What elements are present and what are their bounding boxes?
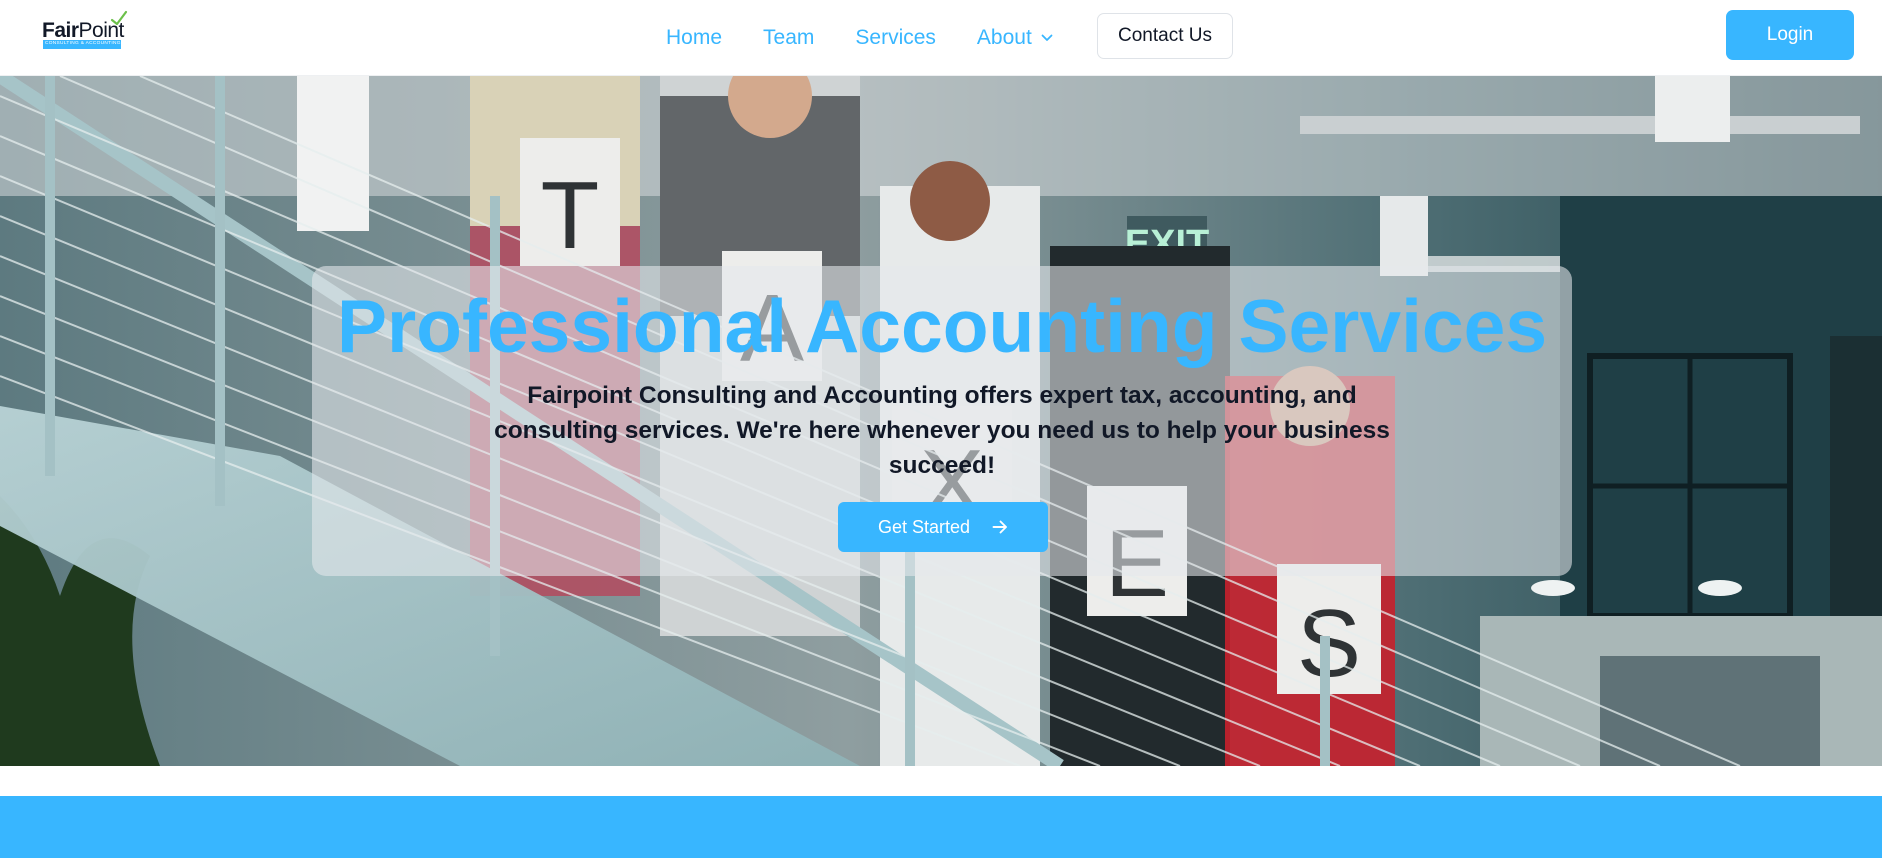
hero-subtitle: Fairpoint Consulting and Accounting offe… [494,382,1390,479]
hero-overlay-card: Professional Accounting Services Fairpoi… [312,266,1572,576]
nav-item-label: Services [855,26,936,49]
fairpoint-logo[interactable]: FairPoint CONSULTING & ACCOUNTING [42,10,128,50]
login-button[interactable]: Login [1726,10,1854,60]
get-started-button[interactable]: Get Started [838,502,1048,552]
get-started-label: Get Started [877,516,971,537]
nav-item-label: About [976,26,1032,49]
arrow-right-icon [992,520,1007,534]
chevron-down-icon [1041,34,1053,41]
contact-us-button[interactable]: Contact Us [1097,13,1233,59]
hero-section: EXIT T A X E S [0,76,1882,766]
nav-item-services[interactable]: Services [855,26,936,50]
main-nav: Home Team Services About [666,22,1094,54]
site-header: FairPoint CONSULTING & ACCOUNTING Home T… [0,0,1882,76]
nav-item-label: Team [763,26,815,49]
nav-item-team[interactable]: Team [763,26,814,50]
logo-tagline: CONSULTING & ACCOUNTING [45,41,121,46]
next-section-band [0,796,1882,858]
checkmark-icon [110,10,128,26]
nav-item-home[interactable]: Home [666,26,722,50]
nav-item-label: Home [666,26,723,49]
hero-title: Professional Accounting Services [336,284,1548,368]
nav-item-about[interactable]: About [977,26,1053,50]
